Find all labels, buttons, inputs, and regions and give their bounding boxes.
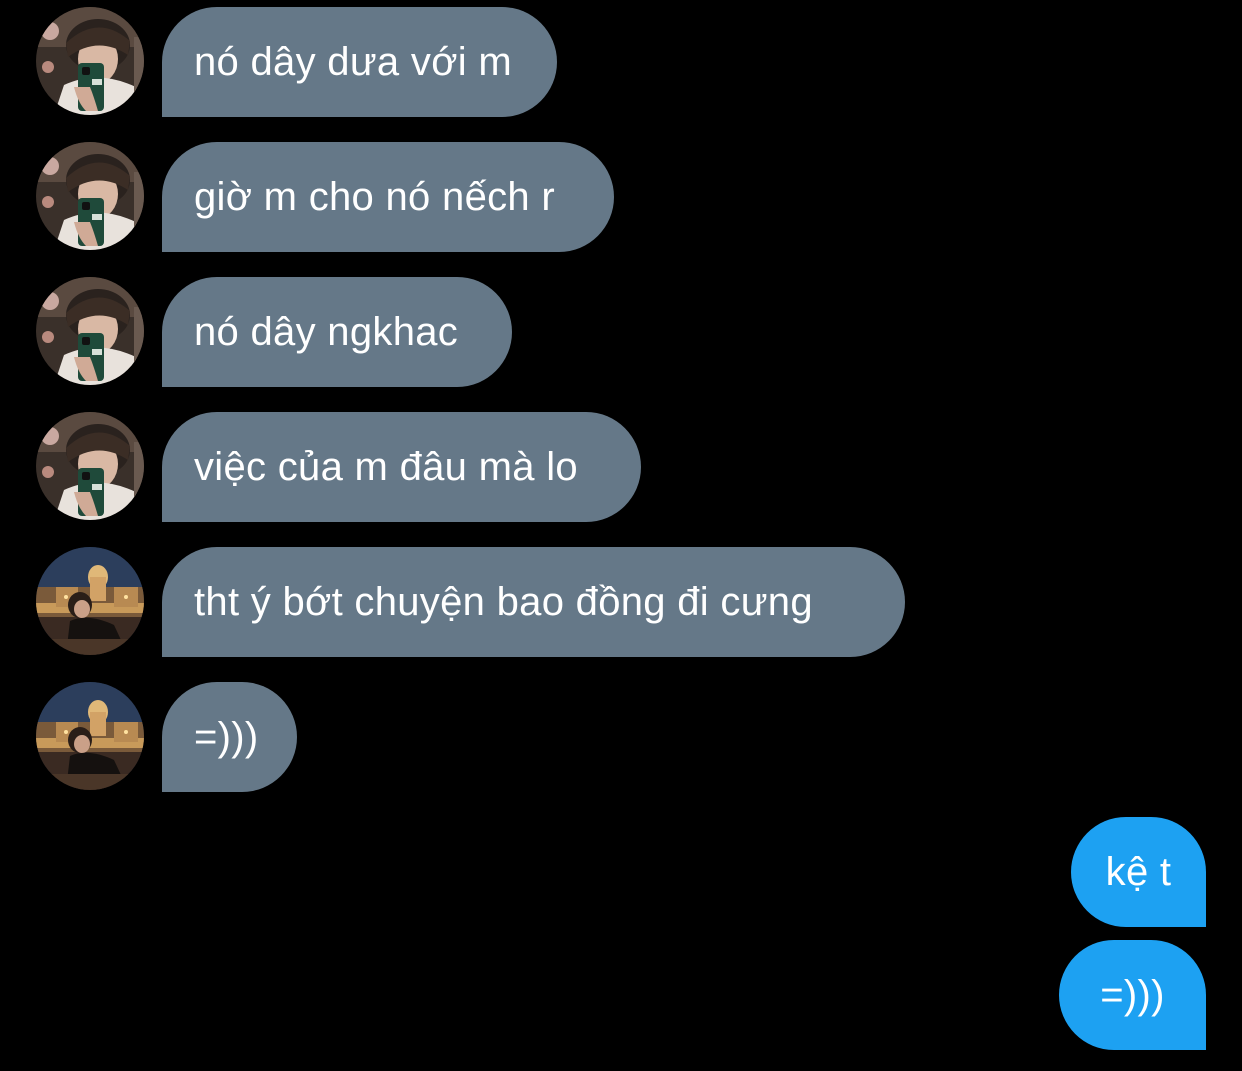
message-text: nó dây dưa với m bbox=[194, 39, 512, 84]
message-row: nó dây dưa với m bbox=[0, 7, 1242, 119]
incoming-message-bubble[interactable]: nó dây dưa với m bbox=[162, 7, 557, 117]
sender-avatar[interactable] bbox=[36, 412, 144, 520]
night-city-avatar-image bbox=[36, 682, 144, 790]
message-row: nó dây ngkhac bbox=[0, 277, 1242, 389]
sender-avatar[interactable] bbox=[36, 682, 144, 790]
message-text: tht ý bớt chuyện bao đồng đi cưng bbox=[194, 579, 813, 624]
sender-avatar[interactable] bbox=[36, 547, 144, 655]
mirror-selfie-avatar-image bbox=[36, 7, 144, 115]
night-city-avatar-image bbox=[36, 547, 144, 655]
message-text: kệ t bbox=[1105, 849, 1172, 894]
outgoing-message-bubble[interactable]: =))) bbox=[1059, 940, 1206, 1050]
message-row: giờ m cho nó nếch r bbox=[0, 142, 1242, 254]
message-row: việc của m đâu mà lo bbox=[0, 412, 1242, 524]
outgoing-message-bubble[interactable]: kệ t bbox=[1071, 817, 1206, 927]
mirror-selfie-avatar-image bbox=[36, 412, 144, 520]
sender-avatar[interactable] bbox=[36, 277, 144, 385]
sender-avatar[interactable] bbox=[36, 142, 144, 250]
message-text: =))) bbox=[1100, 972, 1165, 1017]
message-text: nó dây ngkhac bbox=[194, 309, 459, 354]
sender-avatar[interactable] bbox=[36, 7, 144, 115]
incoming-message-bubble[interactable]: việc của m đâu mà lo bbox=[162, 412, 641, 522]
incoming-message-bubble[interactable]: nó dây ngkhac bbox=[162, 277, 512, 387]
mirror-selfie-avatar-image bbox=[36, 142, 144, 250]
message-text: việc của m đâu mà lo bbox=[194, 444, 578, 489]
incoming-message-bubble[interactable]: =))) bbox=[162, 682, 297, 792]
message-row: tht ý bớt chuyện bao đồng đi cưng bbox=[0, 547, 1242, 659]
message-row: =))) bbox=[0, 682, 1242, 794]
message-text: =))) bbox=[194, 714, 259, 759]
incoming-message-bubble[interactable]: tht ý bớt chuyện bao đồng đi cưng bbox=[162, 547, 905, 657]
message-text: giờ m cho nó nếch r bbox=[194, 174, 555, 219]
mirror-selfie-avatar-image bbox=[36, 277, 144, 385]
incoming-message-bubble[interactable]: giờ m cho nó nếch r bbox=[162, 142, 614, 252]
